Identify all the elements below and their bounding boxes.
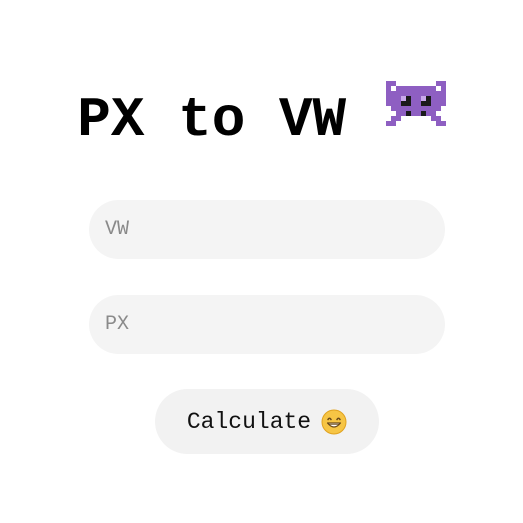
- calculate-button-label: Calculate: [186, 408, 312, 435]
- px-input[interactable]: [105, 295, 429, 354]
- page-title: PX to VW: [0, 81, 523, 156]
- page: PX to VW VW PX Calculate: [0, 0, 523, 523]
- vw-input[interactable]: [105, 200, 429, 259]
- alien-monster-icon: [385, 80, 446, 152]
- grinning-face-icon: [321, 409, 347, 435]
- vw-field[interactable]: [89, 200, 445, 259]
- calculate-button[interactable]: Calculate: [155, 389, 379, 454]
- page-title-text: PX to VW: [77, 87, 347, 152]
- px-field[interactable]: [89, 295, 445, 354]
